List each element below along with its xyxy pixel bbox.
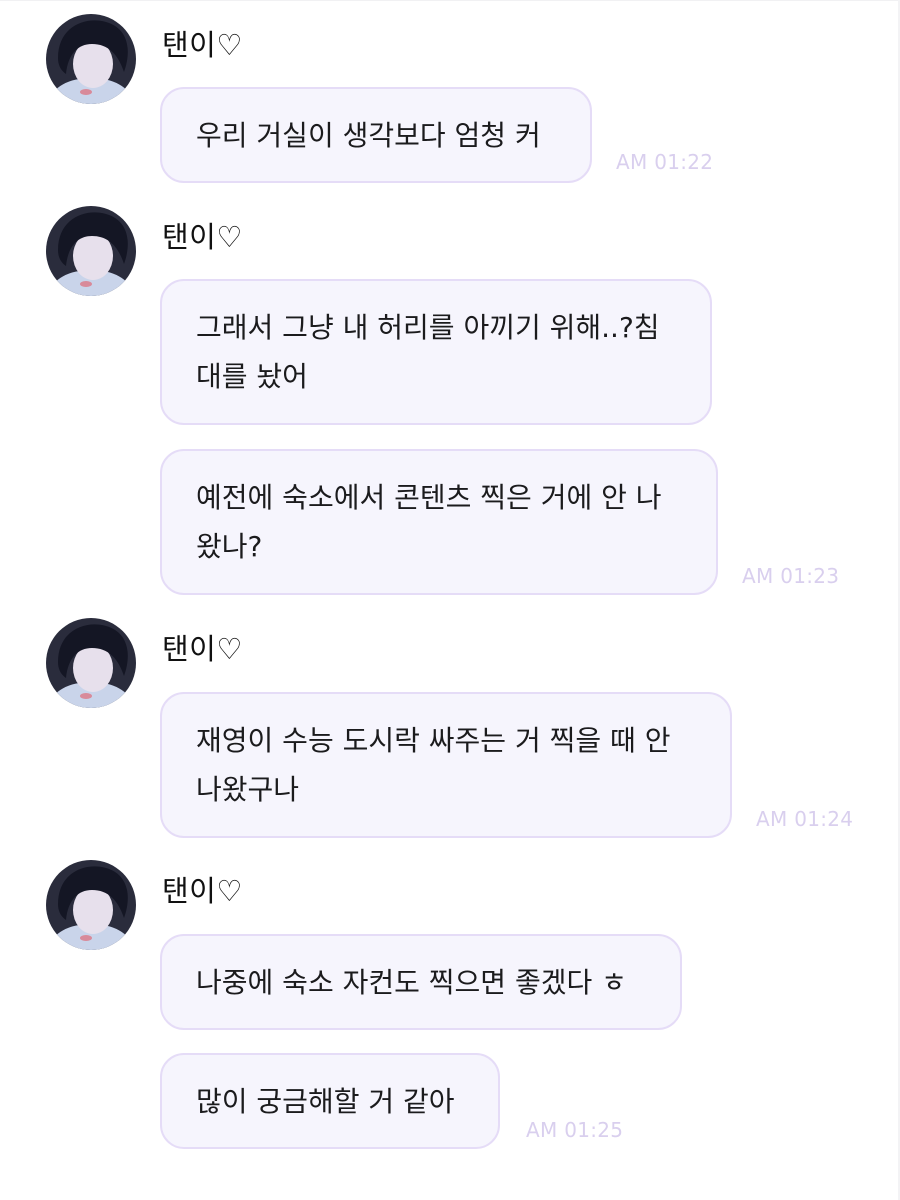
message-bubble[interactable]: 그래서 그냥 내 허리를 아끼기 위해..?침 대를 놨어 xyxy=(160,279,712,425)
sender-name: 탠이♡ xyxy=(162,632,243,666)
avatar[interactable] xyxy=(46,860,136,950)
message-timestamp: AM 01:22 xyxy=(616,150,714,174)
message-timestamp: AM 01:23 xyxy=(742,564,840,588)
avatar[interactable] xyxy=(46,206,136,296)
sender-name: 탠이♡ xyxy=(162,874,243,908)
message-bubble[interactable]: 나중에 숙소 자컨도 찍으면 좋겠다 ㅎ xyxy=(160,934,682,1030)
message-bubble[interactable]: 많이 궁금해할 거 같아 xyxy=(160,1053,500,1149)
avatar[interactable] xyxy=(46,14,136,104)
sender-name: 탠이♡ xyxy=(162,220,243,254)
top-border xyxy=(0,0,900,1)
profile-photo-icon xyxy=(46,618,136,708)
message-bubble[interactable]: 재영이 수능 도시락 싸주는 거 찍을 때 안 나왔구나 xyxy=(160,692,732,838)
avatar[interactable] xyxy=(46,618,136,708)
profile-photo-icon xyxy=(46,860,136,950)
profile-photo-icon xyxy=(46,206,136,296)
message-timestamp: AM 01:24 xyxy=(756,807,854,831)
message-bubble[interactable]: 우리 거실이 생각보다 엄청 커 xyxy=(160,87,592,183)
message-bubble[interactable]: 예전에 숙소에서 콘텐츠 찍은 거에 안 나 왔나? xyxy=(160,449,718,595)
sender-name: 탠이♡ xyxy=(162,28,243,62)
profile-photo-icon xyxy=(46,14,136,104)
message-timestamp: AM 01:25 xyxy=(526,1118,624,1142)
